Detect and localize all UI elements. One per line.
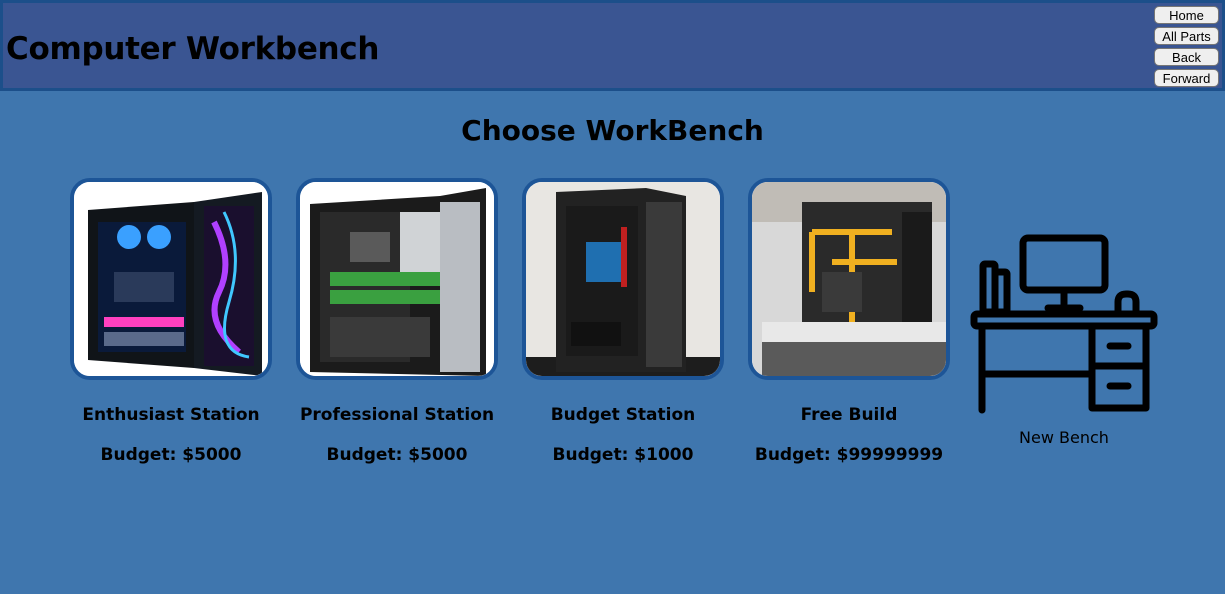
desk-computer-icon (970, 234, 1158, 414)
bench-name: Budget Station (550, 405, 696, 425)
bench-image-free-build[interactable] (748, 178, 950, 380)
bench-name: Enthusiast Station (82, 405, 260, 425)
bench-image-budget[interactable] (522, 178, 724, 380)
bench-image-enthusiast[interactable] (70, 178, 272, 380)
app-title: Computer Workbench (6, 31, 380, 67)
bench-card-enthusiast[interactable]: Enthusiast Station Budget: $5000 (51, 178, 291, 465)
pc-case-image (300, 182, 494, 376)
app-header: Computer Workbench Home All Parts Back F… (0, 0, 1225, 91)
home-button[interactable]: Home (1154, 6, 1219, 24)
bench-card-budget[interactable]: Budget Station Budget: $1000 (503, 178, 743, 465)
forward-button[interactable]: Forward (1154, 69, 1219, 87)
bench-budget: Budget: $5000 (100, 445, 242, 465)
bench-budget: Budget: $5000 (326, 445, 468, 465)
bench-budget: Budget: $1000 (552, 445, 694, 465)
pc-case-image (526, 182, 720, 376)
page-heading: Choose WorkBench (461, 114, 764, 147)
pc-case-image (74, 182, 268, 376)
bench-name: Professional Station (299, 405, 495, 425)
bench-image-professional[interactable] (296, 178, 498, 380)
bench-name: Free Build (800, 405, 898, 425)
back-button[interactable]: Back (1154, 48, 1219, 66)
nav-buttons: Home All Parts Back Forward (1154, 6, 1219, 87)
all-parts-button[interactable]: All Parts (1154, 27, 1219, 45)
pc-case-image (752, 182, 946, 376)
bench-card-professional[interactable]: Professional Station Budget: $5000 (277, 178, 517, 465)
bench-budget: Budget: $99999999 (754, 445, 944, 465)
bench-card-free-build[interactable]: Free Build Budget: $99999999 (729, 178, 969, 465)
new-bench-button[interactable]: New Bench (964, 230, 1164, 447)
new-bench-label: New Bench (1019, 428, 1109, 447)
